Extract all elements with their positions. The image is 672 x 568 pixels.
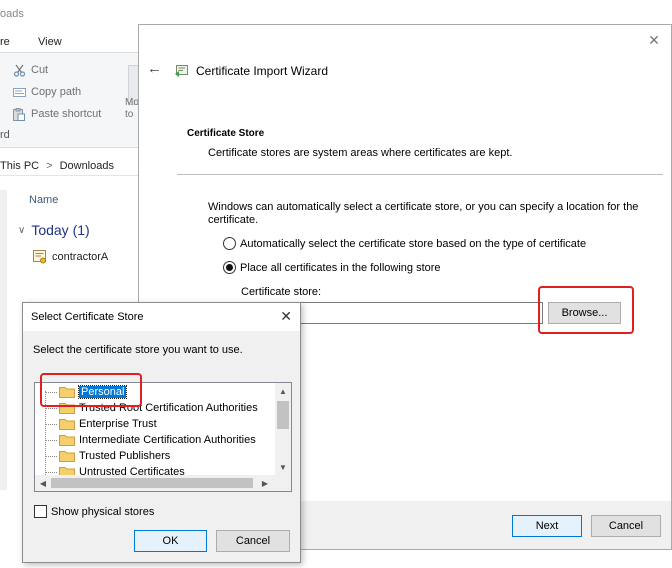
explorer-title: oads xyxy=(0,8,24,20)
folder-icon xyxy=(59,450,75,462)
navigation-pane-scrollbar[interactable] xyxy=(0,190,7,490)
wizard-cancel-button[interactable]: Cancel xyxy=(591,515,661,537)
file-name: contractorA xyxy=(52,251,109,263)
highlight-browse xyxy=(538,286,634,334)
paste-shortcut-icon xyxy=(12,107,26,121)
certificate-file-icon xyxy=(32,249,48,265)
breadcrumb[interactable]: This PC > Downloads xyxy=(0,156,140,176)
group-label: Today (1) xyxy=(31,222,90,238)
menu-share[interactable]: re xyxy=(0,36,10,48)
explorer-ribbon: Cut Copy path Paste shortcut Mo to rd xyxy=(0,52,140,148)
radio-button-checked[interactable] xyxy=(223,261,236,274)
certificate-store-label: Certificate store: xyxy=(241,286,322,298)
select-certificate-store-dialog: Select Certificate Store ✕ Select the ce… xyxy=(22,302,301,563)
breadcrumb-separator: > xyxy=(46,159,53,172)
menu-view[interactable]: View xyxy=(38,36,62,48)
scroll-up-icon[interactable]: ▲ xyxy=(275,383,291,399)
scroll-down-icon[interactable]: ▼ xyxy=(275,459,291,475)
dialog-cancel-button[interactable]: Cancel xyxy=(216,530,290,552)
folder-icon xyxy=(59,434,75,446)
breadcrumb-downloads[interactable]: Downloads xyxy=(60,160,114,172)
radio-auto-select[interactable]: Automatically select the certificate sto… xyxy=(223,237,586,250)
copy-path-button[interactable]: Copy path xyxy=(12,84,81,100)
tree-item-label: Intermediate Certification Authorities xyxy=(79,434,256,446)
cut-button[interactable]: Cut xyxy=(12,62,48,78)
section-title: Certificate Store xyxy=(187,128,265,139)
scrollbar-thumb[interactable] xyxy=(277,401,289,429)
ok-button[interactable]: OK xyxy=(134,530,207,552)
scrollbar-thumb[interactable] xyxy=(51,478,253,488)
horizontal-scrollbar[interactable]: ◀ ▶ xyxy=(35,475,291,491)
cut-label: Cut xyxy=(31,64,49,76)
radio-auto-label: Automatically select the certificate sto… xyxy=(240,237,587,250)
explorer-menubar: re View xyxy=(0,34,140,52)
column-header-name[interactable]: Name xyxy=(29,194,58,206)
chevron-down-icon: ∨ xyxy=(18,224,26,236)
radio-place-label: Place all certificates in the following … xyxy=(240,261,441,274)
move-to-label: Mo to xyxy=(125,97,139,120)
dialog-title: Select Certificate Store xyxy=(31,311,144,323)
highlight-personal xyxy=(40,373,142,407)
radio-button-unchecked[interactable] xyxy=(223,237,236,250)
section-description: Certificate stores are system areas wher… xyxy=(208,147,513,159)
checkbox-label: Show physical stores xyxy=(51,505,155,518)
copy-path-icon xyxy=(12,85,26,99)
breadcrumb-this-pc[interactable]: This PC xyxy=(0,160,39,172)
paste-shortcut-button[interactable]: Paste shortcut xyxy=(12,106,101,122)
radio-place-in-store[interactable]: Place all certificates in the following … xyxy=(223,261,441,274)
paste-shortcut-label: Paste shortcut xyxy=(31,108,102,120)
show-physical-stores-checkbox[interactable]: Show physical stores xyxy=(34,505,154,518)
divider xyxy=(177,174,663,175)
back-arrow-icon[interactable]: ← xyxy=(147,61,163,77)
tree-item-label: Trusted Publishers xyxy=(79,450,171,462)
wizard-title: Certificate Import Wizard xyxy=(196,64,329,78)
close-icon[interactable]: ✕ xyxy=(280,309,292,323)
group-header-today[interactable]: ∨ Today (1) xyxy=(18,222,90,238)
close-icon[interactable]: ✕ xyxy=(647,33,661,47)
vertical-scrollbar[interactable]: ▲ ▼ xyxy=(275,383,291,475)
tree-item-enterprise-trust[interactable]: Enterprise Trust xyxy=(45,416,157,432)
file-item[interactable]: contractorA xyxy=(32,249,108,265)
copy-path-label: Copy path xyxy=(31,86,82,98)
scissors-icon xyxy=(12,63,26,77)
ribbon-group-label: rd xyxy=(0,129,10,141)
scroll-left-icon[interactable]: ◀ xyxy=(35,475,51,491)
tree-item-trusted-publishers[interactable]: Trusted Publishers xyxy=(45,448,170,464)
folder-icon xyxy=(59,418,75,430)
tree-item-intermediate[interactable]: Intermediate Certification Authorities xyxy=(45,432,256,448)
intro-text: Windows can automatically select a certi… xyxy=(208,201,639,226)
checkbox-box[interactable] xyxy=(34,505,47,518)
dialog-titlebar: Select Certificate Store ✕ xyxy=(23,303,300,331)
scroll-right-icon[interactable]: ▶ xyxy=(257,475,273,491)
dialog-instruction: Select the certificate store you want to… xyxy=(33,344,243,356)
certificate-wizard-icon xyxy=(174,62,190,78)
tree-item-label: Enterprise Trust xyxy=(79,418,157,430)
next-button[interactable]: Next xyxy=(512,515,582,537)
